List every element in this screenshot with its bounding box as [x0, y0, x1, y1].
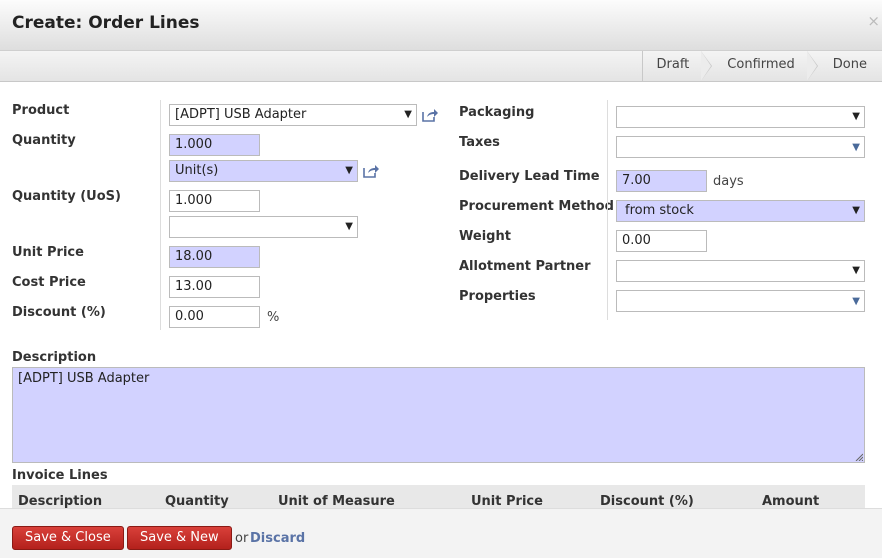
unit-price-label: Unit Price [12, 245, 84, 260]
resize-grip-icon[interactable] [855, 453, 863, 461]
procurement-method-value: from stock [625, 203, 694, 218]
delivery-lead-time-label: Delivery Lead Time [459, 169, 600, 184]
dialog-footer: Save & Close Save & New or Discard [0, 508, 882, 558]
discount-label: Discount (%) [12, 305, 106, 320]
column-divider [607, 100, 608, 320]
uom-value: Unit(s) [175, 163, 219, 178]
cost-price-input[interactable]: 13.00 [169, 276, 260, 298]
quantity-uos-input[interactable]: 1.000 [169, 190, 260, 212]
caret-down-icon: ▼ [345, 221, 353, 232]
description-textarea[interactable]: [ADPT] USB Adapter [12, 367, 865, 463]
packaging-label: Packaging [459, 105, 535, 120]
column-header[interactable]: Unit Price [471, 494, 543, 509]
save-new-button[interactable]: Save & New [127, 526, 232, 550]
description-value: [ADPT] USB Adapter [18, 371, 150, 386]
quantity-input[interactable]: 1.000 [169, 134, 260, 156]
procurement-method-label: Procurement Method [459, 199, 614, 214]
invoice-lines-table-header: Description Quantity Unit of Measure Uni… [12, 485, 865, 509]
column-header[interactable]: Description [18, 494, 102, 509]
invoice-lines-label: Invoice Lines [12, 468, 108, 483]
caret-down-icon: ▼ [852, 111, 860, 122]
caret-down-icon: ▼ [852, 296, 860, 307]
quantity-uos-label: Quantity (UoS) [12, 189, 121, 204]
packaging-select[interactable]: ▼ [616, 106, 865, 128]
status-step-label: Done [832, 57, 867, 72]
percent-unit: % [267, 310, 280, 325]
chevron-fill [701, 51, 712, 81]
status-step-label: Confirmed [727, 57, 795, 72]
taxes-select[interactable]: ▼ [616, 136, 865, 158]
uom-select[interactable]: Unit(s) ▼ [169, 160, 358, 182]
taxes-label: Taxes [459, 135, 500, 150]
allotment-partner-label: Allotment Partner [459, 259, 591, 274]
dialog-header: Create: Order Lines × [0, 0, 882, 51]
status-step-draft[interactable]: Draft [641, 51, 713, 81]
quantity-label: Quantity [12, 133, 76, 148]
unit-price-input[interactable]: 18.00 [169, 246, 260, 268]
delivery-lead-time-input[interactable]: 7.00 [616, 170, 707, 192]
external-link-icon[interactable] [421, 107, 439, 123]
product-value: [ADPT] USB Adapter [175, 107, 307, 122]
chevron-fill [806, 51, 817, 81]
save-close-button[interactable]: Save & Close [12, 526, 124, 550]
column-header[interactable]: Amount [762, 494, 819, 509]
caret-down-icon: ▼ [852, 265, 860, 276]
product-label: Product [12, 103, 70, 118]
column-divider [160, 100, 161, 330]
status-steps: Draft Confirmed Done [641, 51, 882, 81]
column-header[interactable]: Quantity [165, 494, 229, 509]
product-select[interactable]: [ADPT] USB Adapter ▼ [169, 104, 417, 126]
status-step-label: Draft [656, 57, 690, 72]
weight-label: Weight [459, 229, 511, 244]
caret-down-icon: ▼ [345, 165, 353, 176]
status-step-done[interactable]: Done [807, 51, 882, 81]
cost-price-label: Cost Price [12, 275, 86, 290]
properties-label: Properties [459, 289, 536, 304]
weight-input[interactable]: 0.00 [616, 230, 707, 252]
caret-down-icon: ▼ [404, 109, 412, 120]
discount-input[interactable]: 0.00 [169, 306, 260, 328]
status-bar: Draft Confirmed Done [0, 51, 882, 82]
status-step-confirmed[interactable]: Confirmed [701, 51, 818, 81]
days-unit: days [713, 174, 744, 189]
external-link-icon[interactable] [362, 163, 380, 179]
uos-select[interactable]: ▼ [169, 216, 358, 238]
caret-down-icon: ▼ [852, 142, 860, 153]
procurement-method-select[interactable]: from stock ▼ [616, 200, 865, 222]
dialog-title: Create: Order Lines [12, 13, 200, 33]
caret-down-icon: ▼ [852, 205, 860, 216]
column-header[interactable]: Discount (%) [600, 494, 694, 509]
discard-link[interactable]: Discard [250, 531, 305, 546]
description-label: Description [12, 350, 97, 365]
close-icon[interactable]: × [867, 12, 880, 30]
allotment-partner-select[interactable]: ▼ [616, 260, 865, 282]
column-header[interactable]: Unit of Measure [278, 494, 395, 509]
or-text: or [235, 531, 249, 546]
properties-select[interactable]: ▼ [616, 290, 865, 312]
